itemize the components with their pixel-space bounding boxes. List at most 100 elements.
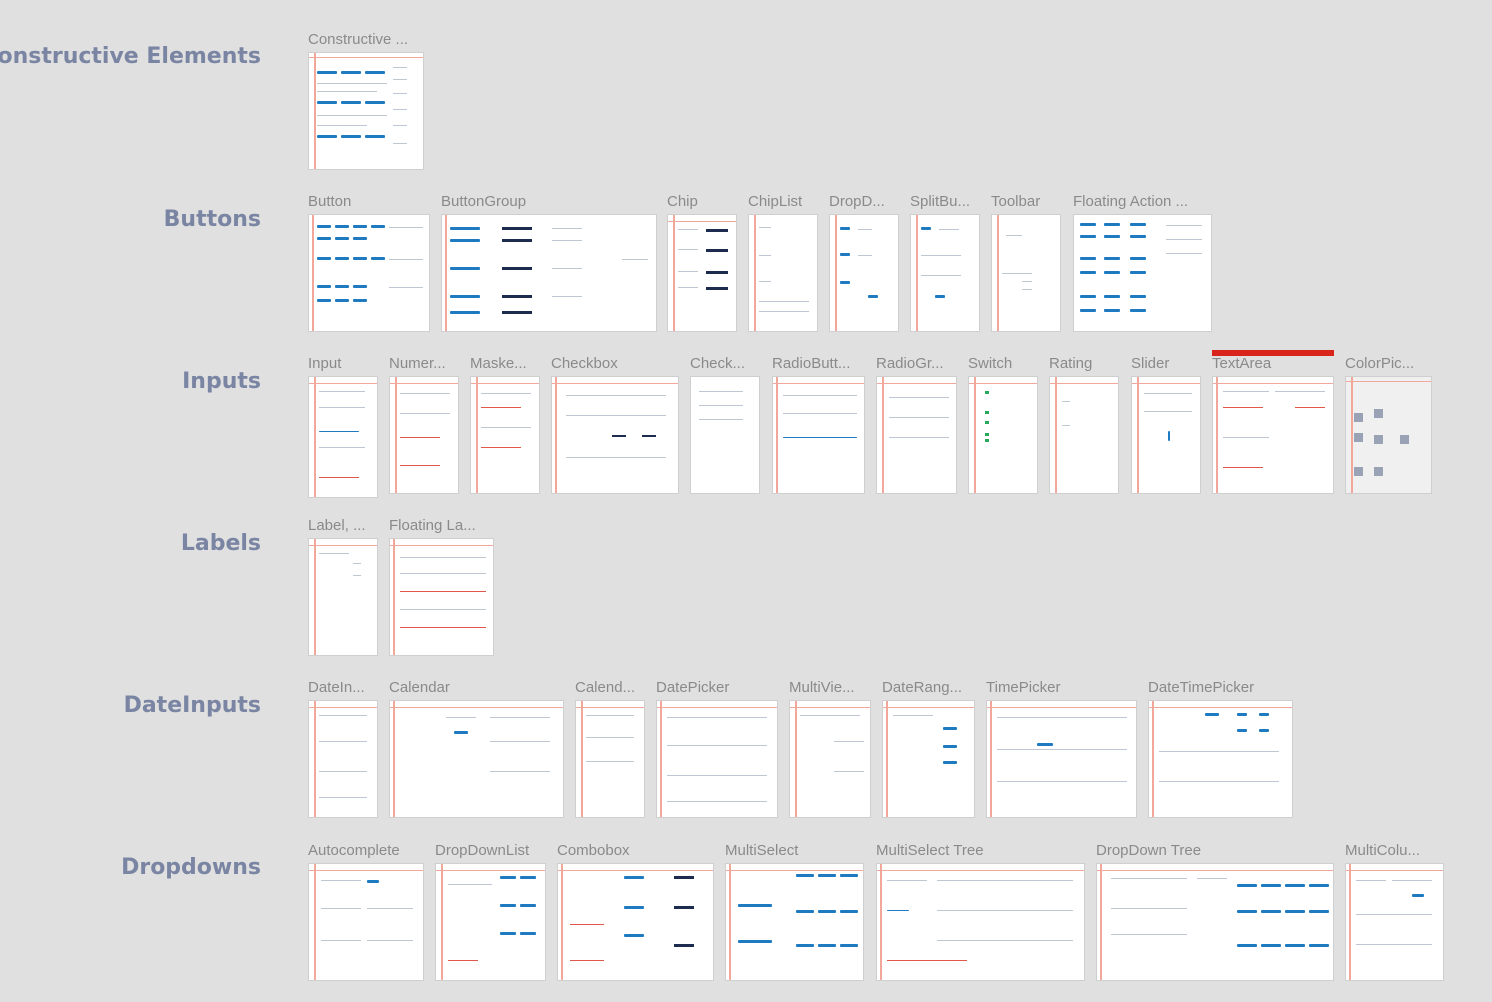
thumbnail-detail [1356, 914, 1432, 915]
frame-slider[interactable]: Slider [1131, 356, 1201, 494]
thumbnail-detail [1374, 467, 1383, 476]
thumbnail-detail [660, 701, 662, 817]
thumbnail-detail [840, 281, 850, 284]
thumbnail-detail [314, 539, 316, 655]
thumbnail-detail [1130, 295, 1146, 298]
frame-dateinput[interactable]: DateIn... [308, 680, 378, 818]
thumbnail-detail [889, 437, 949, 438]
thumbnail-detail [1223, 467, 1263, 468]
frame-calendar[interactable]: Calendar [389, 680, 564, 818]
frame-textarea[interactable]: TextArea [1212, 356, 1334, 494]
frame-title: DropDown Tree [1096, 843, 1202, 859]
thumbnail-detail [446, 717, 476, 718]
frame-label[interactable]: Label, ... [308, 518, 378, 656]
frame-multicolumncombobox[interactable]: MultiColu... [1345, 843, 1444, 981]
frame-toolbar[interactable]: Toolbar [991, 194, 1061, 332]
frame-rating[interactable]: Rating [1049, 356, 1119, 494]
frame-dropdown-tree[interactable]: DropDown Tree [1096, 843, 1334, 981]
thumbnail-detail [868, 295, 878, 298]
frame-multiselect-tree[interactable]: MultiSelect Tree [876, 843, 1085, 981]
frame-combobox[interactable]: Combobox [557, 843, 714, 981]
thumbnail-detail [436, 870, 545, 871]
thumbnail-detail [353, 299, 367, 302]
frame-autocomplete[interactable]: Autocomplete [308, 843, 424, 981]
frame-floating-label[interactable]: Floating La... [389, 518, 494, 656]
frame-title: Calendar [389, 680, 450, 696]
thumbnail-detail [916, 215, 918, 331]
thumbnail-detail [353, 563, 361, 564]
frame-multiviewcalendar[interactable]: MultiVie... [789, 680, 871, 818]
frame-title: Numer... [389, 356, 446, 372]
frame-thumbnail [772, 376, 865, 494]
frame-chip[interactable]: Chip [667, 194, 737, 332]
frame-radiobutton[interactable]: RadioButt... [772, 356, 865, 494]
frame-maskedtextbox[interactable]: Maske... [470, 356, 540, 494]
thumbnail-detail [400, 465, 440, 466]
frame-button[interactable]: Button [308, 194, 430, 332]
frame-buttongroup[interactable]: ButtonGroup [441, 194, 657, 332]
thumbnail-detail [1080, 235, 1096, 238]
frame-radiogroup[interactable]: RadioGr... [876, 356, 957, 494]
thumbnail-detail [317, 91, 377, 92]
frame-dropdownbutton[interactable]: DropD... [829, 194, 899, 332]
thumbnail-detail [319, 477, 359, 478]
frame-multiselect[interactable]: MultiSelect [725, 843, 864, 981]
thumbnail-detail [400, 393, 450, 394]
thumbnail-detail [500, 904, 516, 907]
thumbnail-detail [997, 215, 999, 331]
thumbnail-detail [309, 383, 377, 384]
thumbnail-detail [840, 874, 858, 877]
frame-checkboxgroup[interactable]: Check... [690, 356, 760, 494]
thumbnail-detail [371, 225, 385, 228]
frame-datepicker[interactable]: DatePicker [656, 680, 778, 818]
thumbnail-detail [1285, 910, 1305, 913]
frame-title: RadioButt... [772, 356, 851, 372]
thumbnail-detail [481, 393, 531, 394]
thumbnail-detail [1295, 407, 1325, 408]
thumbnail-detail [317, 257, 331, 260]
frame-daterangepicker[interactable]: DateRang... [882, 680, 975, 818]
frame-thumbnail [389, 700, 564, 818]
frame-thumbnail [910, 214, 980, 332]
frame-switch[interactable]: Switch [968, 356, 1038, 494]
thumbnail-detail [441, 864, 443, 980]
frame-title: SplitBu... [910, 194, 971, 210]
thumbnail-detail [1104, 235, 1120, 238]
thumbnail-detail [552, 268, 582, 269]
frame-checkbox[interactable]: Checkbox [551, 356, 679, 494]
frame-dropdownlist[interactable]: DropDownList [435, 843, 546, 981]
thumbnail-detail [581, 701, 583, 817]
frame-timepicker[interactable]: TimePicker [986, 680, 1137, 818]
frame-datetimepicker[interactable]: DateTimePicker [1148, 680, 1293, 818]
frame-colorpicker[interactable]: ColorPic... [1345, 356, 1432, 494]
thumbnail-detail [314, 53, 316, 169]
frame-chiplist[interactable]: ChipList [748, 194, 818, 332]
thumbnail-detail [657, 707, 777, 708]
frame-floating-action-button[interactable]: Floating Action ... [1073, 194, 1212, 332]
thumbnail-detail [1104, 295, 1120, 298]
frame-thumbnail [991, 214, 1061, 332]
frame-splitbutton[interactable]: SplitBu... [910, 194, 980, 332]
frame-constructive[interactable]: Constructive ... [308, 32, 424, 170]
frame-title: DropDownList [435, 843, 530, 859]
thumbnail-detail [445, 215, 447, 331]
thumbnail-detail [566, 457, 666, 458]
thumbnail-detail [400, 609, 486, 610]
thumbnail-detail [699, 405, 743, 406]
frame-thumbnail [829, 214, 899, 332]
thumbnail-detail [389, 287, 423, 288]
thumbnail-detail [1309, 910, 1329, 913]
thumbnail-detail [454, 731, 468, 734]
frame-calendar-2[interactable]: Calend... [575, 680, 645, 818]
frame-numerictextbox[interactable]: Numer... [389, 356, 459, 494]
thumbnail-detail [1159, 781, 1279, 782]
thumbnail-detail [1261, 944, 1281, 947]
thumbnail-detail [1130, 271, 1146, 274]
thumbnail-detail [883, 707, 974, 708]
thumbnail-detail [317, 101, 337, 104]
frame-thumbnail [789, 700, 871, 818]
thumbnail-detail [759, 281, 771, 282]
thumbnail-detail [490, 741, 550, 742]
thumbnail-detail [818, 944, 836, 947]
frame-input[interactable]: Input [308, 356, 378, 498]
